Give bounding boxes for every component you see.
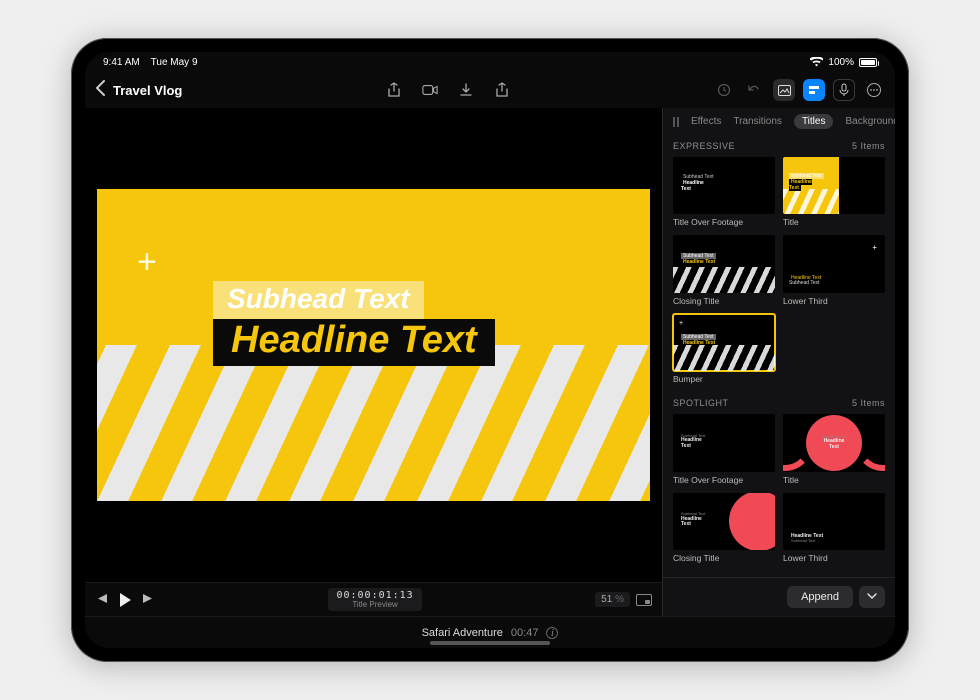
- thumb-label: Title Over Footage: [673, 217, 775, 227]
- append-button[interactable]: Append: [787, 586, 853, 608]
- more-button[interactable]: [863, 79, 885, 101]
- zoom-value[interactable]: 51 %: [595, 592, 630, 607]
- tab-transitions[interactable]: Transitions: [733, 116, 782, 127]
- battery-icon: [859, 58, 877, 67]
- title-preview-card: + Subhead Text Headline Text: [97, 189, 650, 500]
- import-icon[interactable]: [458, 82, 474, 98]
- title-thumb[interactable]: Subhead TextHeadlineText Title: [783, 157, 885, 227]
- thumb-label: Title Over Footage: [673, 475, 775, 485]
- section-count: 5 Items: [852, 398, 885, 408]
- next-frame-button[interactable]: [142, 593, 155, 607]
- preview-subhead-text[interactable]: Subhead Text: [213, 281, 424, 319]
- status-date: Tue May 9: [151, 57, 198, 68]
- browser-panel: Effects Transitions Titles Backgrounds E…: [663, 108, 895, 616]
- status-time: 9:41 AM: [103, 57, 140, 68]
- timeline-header: Safari Adventure 00:47 i: [85, 616, 895, 648]
- project-title: Travel Vlog: [113, 83, 182, 98]
- back-button[interactable]: [95, 80, 105, 101]
- titles-browser-button[interactable]: [803, 79, 825, 101]
- home-indicator[interactable]: [430, 641, 550, 645]
- section-name: EXPRESSIVE: [673, 141, 735, 151]
- clip-name: Safari Adventure: [422, 627, 503, 639]
- plus-icon: +: [137, 243, 157, 282]
- thumb-label: Lower Third: [783, 296, 885, 306]
- section-count: 5 Items: [852, 141, 885, 151]
- grid-expressive: Subhead TextHeadlineText Title Over Foot…: [663, 153, 895, 392]
- tab-effects[interactable]: Effects: [691, 116, 721, 127]
- nav-history-icon[interactable]: [713, 79, 735, 101]
- app-navbar: Travel Vlog: [85, 72, 895, 108]
- thumb-label: Title: [783, 475, 885, 485]
- prev-frame-button[interactable]: [95, 593, 108, 607]
- section-header-expressive: EXPRESSIVE 5 Items: [663, 135, 895, 153]
- info-icon[interactable]: i: [546, 627, 558, 639]
- title-thumb[interactable]: Headline TextSubhead Text Lower Third: [783, 493, 885, 563]
- thumb-label: Bumper: [673, 374, 775, 384]
- sidebar-toggle-icon[interactable]: [673, 117, 679, 127]
- title-thumb[interactable]: Subhead TextHeadline Text Closing Title: [673, 235, 775, 305]
- share-icon[interactable]: [386, 82, 402, 98]
- export-icon[interactable]: [494, 82, 510, 98]
- title-thumb[interactable]: Subhead TextHeadlineText Title: [783, 414, 885, 484]
- camera-icon[interactable]: [422, 82, 438, 98]
- thumb-label: Closing Title: [673, 296, 775, 306]
- title-thumb[interactable]: Subhead TextHeadlineText Title Over Foot…: [673, 157, 775, 227]
- thumb-label: Closing Title: [673, 553, 775, 563]
- nav-undo-icon[interactable]: [743, 79, 765, 101]
- section-name: SPOTLIGHT: [673, 398, 729, 408]
- voiceover-button[interactable]: [833, 79, 855, 101]
- ipad-frame: 9:41 AM Tue May 9 100% Travel Vlog: [71, 38, 909, 662]
- tab-titles[interactable]: Titles: [794, 114, 834, 129]
- timecode-label: Title Preview: [336, 601, 413, 610]
- wifi-icon: [810, 57, 823, 67]
- title-thumb[interactable]: Subhead TextHeadlineText Closing Title: [673, 493, 775, 563]
- app-screen: 9:41 AM Tue May 9 100% Travel Vlog: [85, 52, 895, 648]
- battery-pct: 100%: [828, 57, 854, 68]
- title-thumb[interactable]: Subhead TextHeadlineText Title Over Foot…: [673, 414, 775, 484]
- preview-stripes-graphic: [97, 345, 650, 501]
- viewer-stage[interactable]: + Subhead Text Headline Text: [85, 108, 662, 582]
- thumb-label: Lower Third: [783, 553, 885, 563]
- browser-footer: Append: [663, 577, 895, 616]
- media-browser-button[interactable]: [773, 79, 795, 101]
- transport-bar: 00:00:01:13 Title Preview 51 %: [85, 582, 662, 616]
- clip-duration: 00:47: [511, 627, 539, 639]
- browser-tablist: Effects Transitions Titles Backgrounds: [663, 108, 895, 135]
- grid-spotlight: Subhead TextHeadlineText Title Over Foot…: [663, 410, 895, 571]
- title-thumb[interactable]: Headline TextSubhead Text+ Lower Third: [783, 235, 885, 305]
- preview-headline-text[interactable]: Headline Text: [213, 319, 495, 366]
- play-button[interactable]: [118, 592, 132, 608]
- main-content: + Subhead Text Headline Text: [85, 108, 895, 616]
- viewer-column: + Subhead Text Headline Text: [85, 108, 663, 616]
- tab-backgrounds[interactable]: Backgrounds: [845, 116, 895, 127]
- status-time-date: 9:41 AM Tue May 9: [103, 57, 198, 68]
- append-menu-button[interactable]: [859, 586, 885, 608]
- title-thumb-selected[interactable]: +Subhead TextHeadline Text Bumper: [673, 314, 775, 384]
- section-header-spotlight: SPOTLIGHT 5 Items: [663, 392, 895, 410]
- timecode-display[interactable]: 00:00:01:13 Title Preview: [328, 588, 421, 612]
- timecode-value: 00:00:01:13: [336, 590, 413, 601]
- status-bar: 9:41 AM Tue May 9 100%: [85, 52, 895, 72]
- pip-icon[interactable]: [636, 594, 652, 606]
- thumb-label: Title: [783, 217, 885, 227]
